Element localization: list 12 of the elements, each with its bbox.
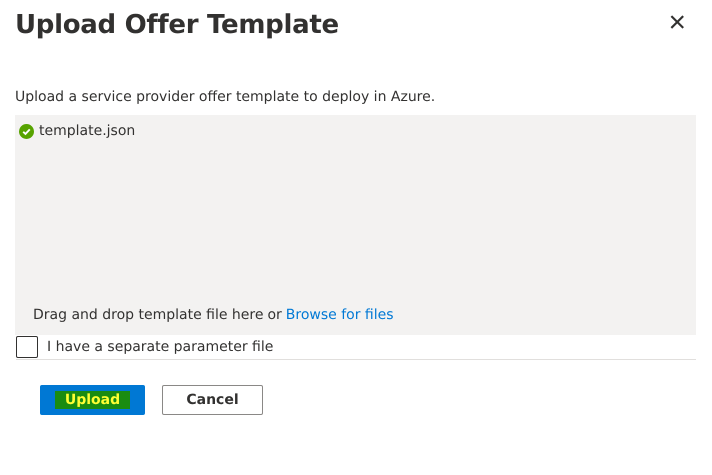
close-button[interactable]: × <box>658 8 696 42</box>
dialog-title: Upload Offer Template <box>15 10 339 40</box>
or-text: or <box>267 307 282 323</box>
description-text: Upload a service provider offer template to deploy in Azure. <box>15 88 436 106</box>
checkbox[interactable] <box>16 336 38 358</box>
cancel-button[interactable]: Cancel <box>162 385 263 415</box>
drop-zone[interactable]: template.json Drag and drop template file here or Browse for files <box>15 115 696 335</box>
file-name: template.json <box>39 123 136 139</box>
browse-link[interactable]: Browse for files <box>286 307 394 323</box>
upload-button[interactable]: Upload <box>40 385 145 415</box>
drop-hint: Drag and drop template file here <box>33 307 264 323</box>
checkbox-label: I have a separate parameter file <box>47 339 274 355</box>
